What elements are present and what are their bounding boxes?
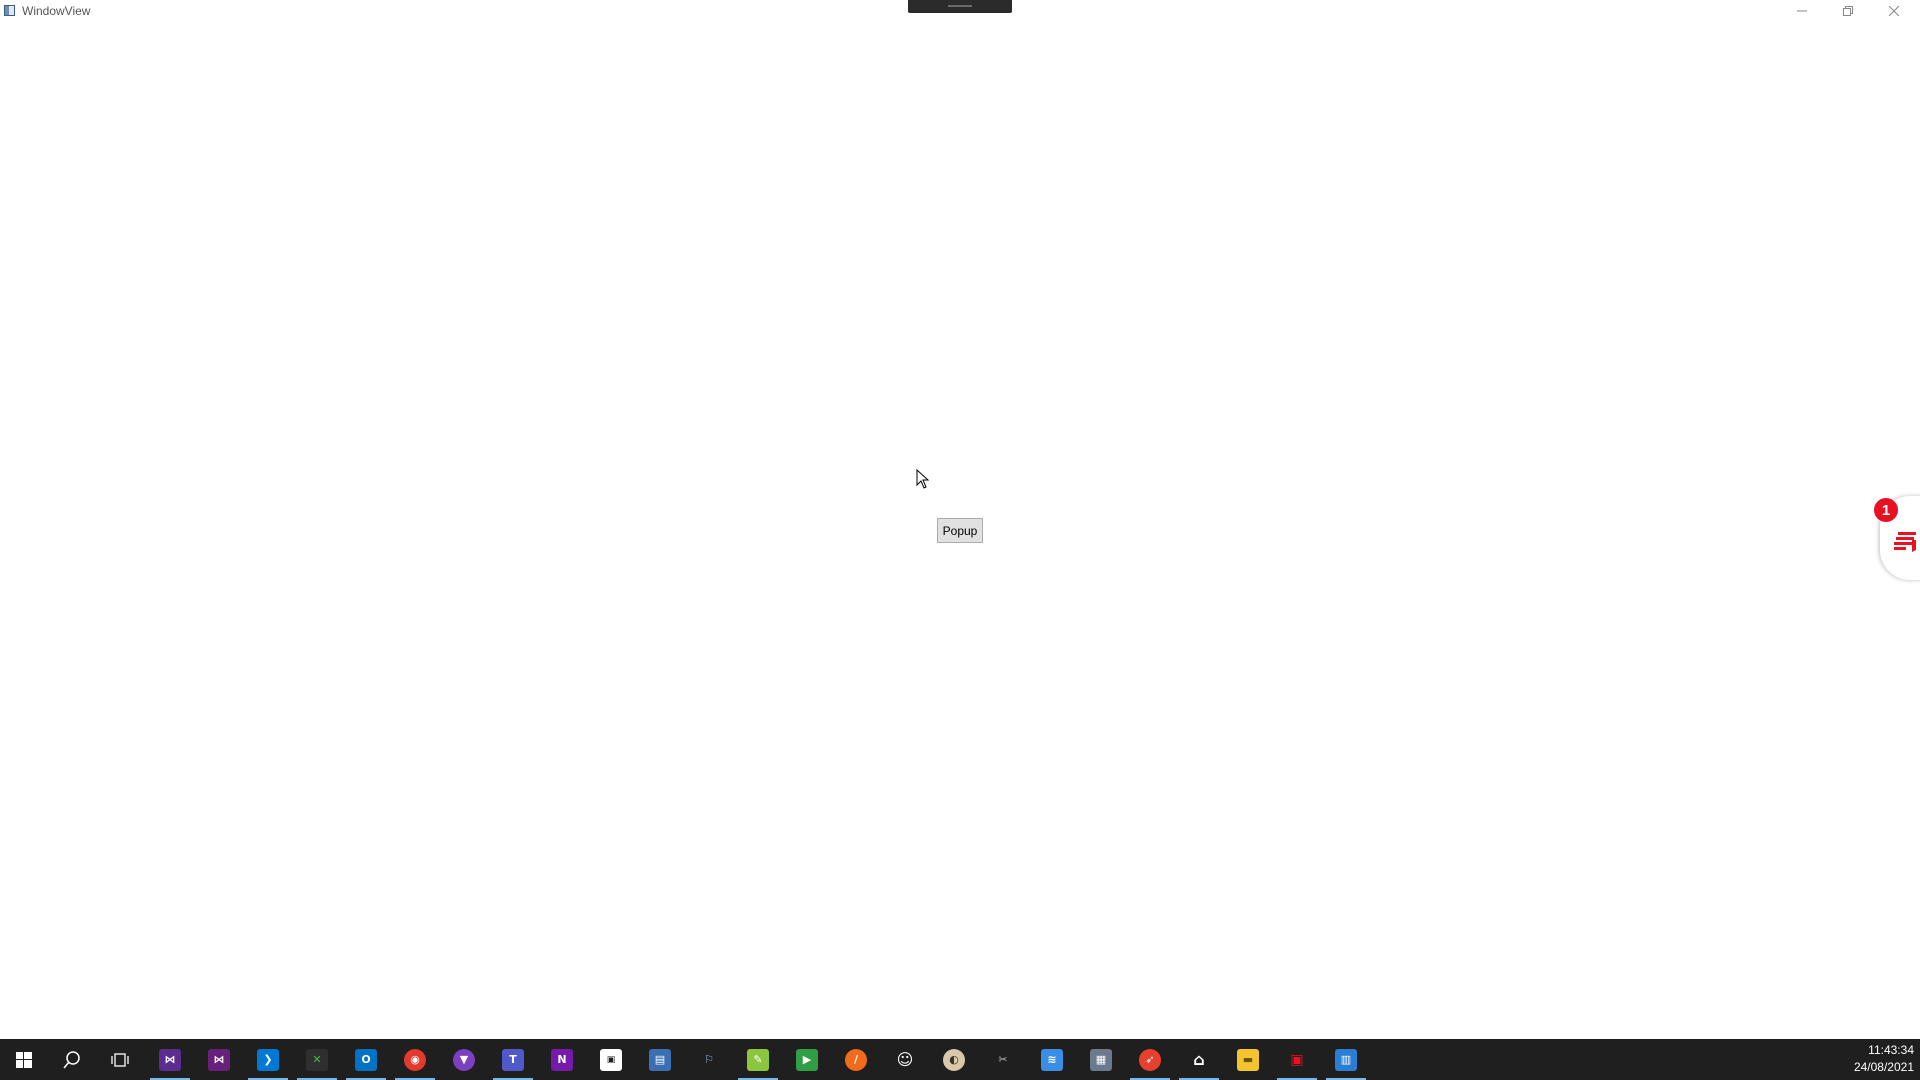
stack-app-icon: ≋ [1041,1048,1063,1071]
window-title: WindowView [22,4,91,18]
home-icon: ⌂ [1188,1048,1210,1071]
orange-app-icon: / [845,1048,867,1071]
taskbar-teams[interactable]: T [489,1039,537,1080]
notification-badge: 1 [1874,498,1898,522]
taskbar-photos[interactable]: ▦ [1077,1039,1125,1080]
restore-icon [1843,6,1853,16]
taskbar-paint[interactable]: ◐ [930,1039,978,1080]
taskbar-red-app[interactable]: ◉ [391,1039,439,1080]
taskbar-git[interactable]: ✕ [293,1039,341,1080]
minimize-icon [1797,10,1807,12]
taskbar-terminal-app[interactable]: ▣ [587,1039,635,1080]
clock-time: 11:43:34 [1868,1043,1914,1057]
network-icon: ⚐ [698,1048,720,1071]
restore-button[interactable] [1826,0,1870,22]
taskbar-pdf-app[interactable]: ▣ [1273,1039,1321,1080]
taskbar-window-app[interactable]: ▥ [1322,1039,1370,1080]
taskbar-media-player[interactable]: ▶ [783,1039,831,1080]
paint-icon: ◐ [943,1048,965,1071]
app-terminal-icon: ▣ [600,1048,622,1071]
app-remote-icon: ▤ [649,1048,671,1071]
onenote-icon: N [551,1048,573,1071]
popup-button[interactable]: Popup [937,518,983,543]
taskbar: ⋈ ⋈ ❯ ✕ O ◉ ▼ T N ▣ ▤ ⚐ ✎ ▶ / ☺ ◐ ✂ ≋ ▦ … [0,1039,1920,1080]
visual-studio-alt-icon: ⋈ [208,1048,230,1071]
taskbar-visual-studio[interactable]: ⋈ [146,1039,194,1080]
mouse-cursor-icon [916,469,930,489]
taskbar-clock[interactable]: 11:43:34 24/08/2021 [1854,1042,1914,1076]
outlook-icon: O [355,1048,377,1071]
window-app-icon: ▥ [1335,1048,1357,1071]
close-button[interactable] [1872,0,1916,22]
visual-studio-icon: ⋈ [159,1048,181,1071]
search-button[interactable] [48,1039,96,1080]
task-view-button[interactable] [96,1039,144,1080]
close-icon [1889,6,1899,16]
app-red-icon: ◉ [404,1048,426,1071]
notepad-icon: ✎ [747,1048,769,1071]
vscode-icon: ❯ [257,1048,279,1071]
pdf-icon: ▣ [1286,1048,1308,1071]
media-player-icon: ▶ [796,1048,818,1071]
swift-icon: ➶ [1139,1048,1161,1071]
brave-icon: ▼ [453,1048,475,1071]
start-button[interactable] [0,1039,48,1080]
clock-date: 24/08/2021 [1853,1060,1914,1074]
teams-icon: T [502,1048,524,1071]
taskbar-remote-app[interactable]: ▤ [636,1039,684,1080]
taskbar-home-app[interactable]: ⌂ [1175,1039,1223,1080]
minimize-button[interactable] [1780,0,1824,22]
photos-icon: ▦ [1090,1048,1112,1071]
emoji-icon: ☺ [894,1048,916,1071]
taskbar-vscode[interactable]: ❯ [244,1039,292,1080]
git-icon: ✕ [306,1048,328,1071]
drag-handle[interactable] [908,0,1012,13]
taskbar-visual-studio-alt[interactable]: ⋈ [195,1039,243,1080]
taskbar-file-explorer[interactable]: ▬ [1224,1039,1272,1080]
start-icon [16,1051,32,1068]
taskbar-swift-app[interactable]: ➶ [1126,1039,1174,1080]
search-icon [63,1050,80,1068]
taskbar-onenote[interactable]: N [538,1039,586,1080]
taskbar-stack-app[interactable]: ≋ [1028,1039,1076,1080]
taskbar-emoji-app[interactable]: ☺ [881,1039,929,1080]
taskbar-snipping-tool[interactable]: ✂ [979,1039,1027,1080]
taskbar-network-app[interactable]: ⚐ [685,1039,733,1080]
taskbar-notepad[interactable]: ✎ [734,1039,782,1080]
snipping-tool-icon: ✂ [992,1048,1014,1071]
taskbar-brave[interactable]: ▼ [440,1039,488,1080]
taskbar-orange-app[interactable]: / [832,1039,880,1080]
main-window: WindowView Popup 1 [0,0,1920,1039]
folder-icon: ▬ [1237,1048,1259,1071]
task-view-icon [111,1052,129,1067]
app-window-icon [4,5,15,16]
taskbar-outlook[interactable]: O [342,1039,390,1080]
chat-notes-icon [1894,532,1916,552]
